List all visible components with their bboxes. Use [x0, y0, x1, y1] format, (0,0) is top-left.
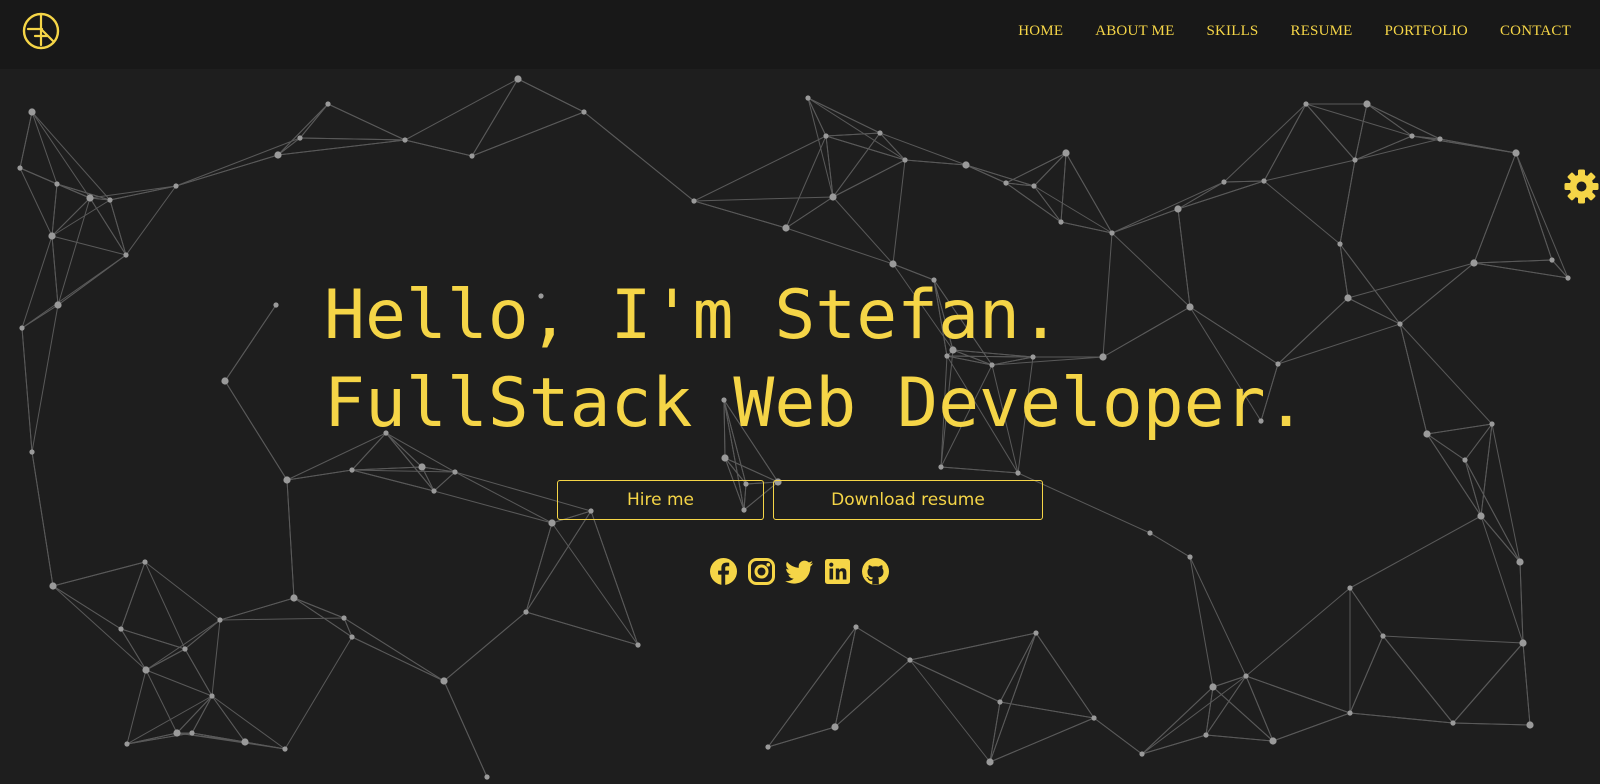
navbar: HOME ABOUT ME SKILLS RESUME PORTFOLIO CO…: [0, 0, 1600, 69]
social-links: [709, 557, 890, 587]
github-icon[interactable]: [861, 557, 890, 586]
hero-role: FullStack Web Developer.: [324, 364, 1307, 443]
download-resume-button[interactable]: Download resume: [773, 480, 1043, 520]
nav-skills[interactable]: SKILLS: [1206, 23, 1258, 40]
facebook-icon[interactable]: [709, 557, 738, 586]
instagram-icon[interactable]: [747, 557, 776, 586]
linkedin-icon[interactable]: [823, 557, 852, 586]
nav-contact[interactable]: CONTACT: [1500, 23, 1571, 40]
twitter-icon[interactable]: [785, 557, 814, 586]
gear-icon[interactable]: [1563, 168, 1600, 205]
hero-section: Hello, I'm Stefan. FullStack Web Develop…: [0, 0, 1600, 784]
nav-home[interactable]: HOME: [1018, 23, 1063, 40]
hire-me-button[interactable]: Hire me: [557, 480, 764, 520]
main-nav: HOME ABOUT ME SKILLS RESUME PORTFOLIO CO…: [986, 0, 1571, 62]
hero-greeting: Hello, I'm Stefan.: [324, 276, 1061, 355]
nav-portfolio[interactable]: PORTFOLIO: [1385, 23, 1468, 40]
nav-resume[interactable]: RESUME: [1290, 23, 1352, 40]
monogram-logo-icon[interactable]: [22, 12, 60, 50]
nav-about-me[interactable]: ABOUT ME: [1095, 23, 1174, 40]
